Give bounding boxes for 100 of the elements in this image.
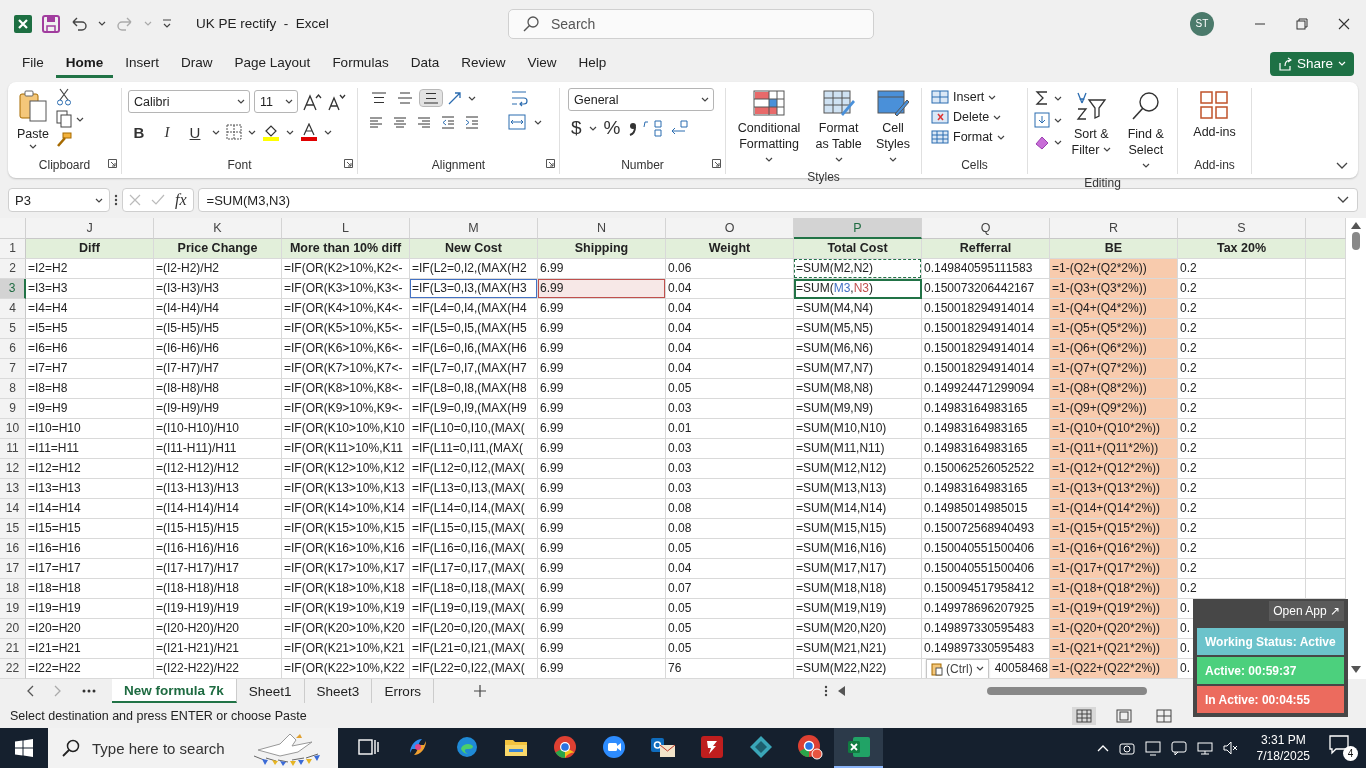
cells-button[interactable]: Insert [928, 88, 1000, 106]
save-icon[interactable] [42, 14, 60, 33]
chevron-up-icon[interactable] [1096, 744, 1109, 752]
sheet-tab[interactable]: Sheet3 [304, 679, 373, 703]
close-icon[interactable] [1338, 17, 1350, 30]
column-header[interactable]: J [26, 218, 154, 239]
decrease-indent-icon[interactable] [440, 115, 456, 129]
increase-indent-icon[interactable] [464, 115, 480, 129]
row-header[interactable]: 7 [0, 359, 26, 379]
row-header[interactable]: 6 [0, 339, 26, 359]
monitor-icon[interactable] [1144, 740, 1161, 756]
column-header[interactable]: S [1178, 218, 1306, 239]
percent-button[interactable]: % [600, 117, 624, 139]
italic-button[interactable]: I [156, 121, 178, 143]
menu-tab[interactable]: Formulas [322, 49, 399, 78]
style-button[interactable]: Conditional Formatting [732, 88, 807, 170]
row-header[interactable]: 19 [0, 599, 26, 619]
clock[interactable]: 3:31 PM 7/18/2025 [1256, 732, 1310, 764]
share-button[interactable]: Share [1269, 51, 1354, 76]
excel-icon[interactable] [14, 14, 32, 33]
style-button[interactable]: Cell Styles [871, 88, 915, 170]
row-header[interactable]: 17 [0, 559, 26, 579]
sheet-tab[interactable]: New formula 7k [112, 679, 237, 703]
network-icon[interactable] [1196, 740, 1213, 756]
dialog-launcher-icon[interactable] [712, 159, 721, 168]
column-header[interactable]: R [1050, 218, 1178, 239]
menu-tab[interactable]: Help [568, 49, 617, 78]
column-header[interactable]: N [538, 218, 666, 239]
row-header[interactable]: 21 [0, 639, 26, 659]
menu-tab[interactable]: Insert [115, 49, 170, 78]
menu-tab[interactable]: Data [400, 49, 450, 78]
copy-icon[interactable] [55, 110, 72, 128]
row-header[interactable]: 13 [0, 479, 26, 499]
shrink-font-icon[interactable] [326, 92, 346, 111]
add-sheet-icon[interactable] [474, 685, 487, 697]
speaker-muted-icon[interactable] [1222, 740, 1239, 756]
underline-button[interactable]: U [184, 121, 206, 143]
restore-icon[interactable] [1296, 17, 1308, 30]
cells-button[interactable]: Format [928, 128, 1008, 146]
collapse-ribbon-icon[interactable] [1336, 162, 1348, 170]
scroll-down-icon[interactable] [1351, 666, 1361, 673]
expand-icon[interactable] [1337, 196, 1349, 204]
row-header[interactable]: 2 [0, 259, 26, 279]
dialog-launcher-icon[interactable] [344, 159, 353, 168]
dialog-launcher-icon[interactable] [108, 159, 117, 168]
camera-icon[interactable] [1118, 740, 1135, 756]
windows-start-icon[interactable] [15, 739, 33, 757]
editing-button[interactable]: Find & Select [1120, 88, 1171, 176]
sheet-tab[interactable]: Errors [372, 679, 435, 703]
orientation-icon[interactable] [446, 90, 464, 106]
row-header[interactable]: 11 [0, 439, 26, 459]
fill-down-icon[interactable] [1034, 112, 1050, 128]
row-header[interactable]: 4 [0, 299, 26, 319]
fill-color-icon[interactable] [262, 123, 280, 141]
scroll-left-icon[interactable] [838, 686, 845, 696]
column-header[interactable]: M [410, 218, 538, 239]
chat-icon[interactable] [1170, 740, 1187, 756]
column-header[interactable]: L [282, 218, 410, 239]
menu-tab[interactable]: Page Layout [224, 49, 321, 78]
sheet-tab[interactable]: Sheet1 [236, 679, 305, 703]
font-size-dropdown[interactable]: 11 [254, 90, 298, 113]
number-format-dropdown[interactable]: General [568, 88, 714, 111]
column-header[interactable]: O [666, 218, 794, 239]
paste-button[interactable]: Paste [14, 88, 52, 153]
row-header[interactable]: 12 [0, 459, 26, 479]
scrollbar-thumb[interactable] [1352, 232, 1360, 250]
vertical-align-button[interactable] [420, 90, 442, 106]
scroll-up-icon[interactable] [1351, 222, 1361, 229]
more-sheets-icon[interactable] [82, 689, 96, 693]
row-header[interactable]: 5 [0, 319, 26, 339]
format-painter-icon[interactable] [55, 132, 72, 148]
cells-button[interactable]: Delete [928, 108, 1005, 126]
row-header[interactable]: 18 [0, 579, 26, 599]
insert-function-button[interactable]: fx [175, 191, 187, 209]
autosum-icon[interactable] [1034, 90, 1050, 106]
borders-icon[interactable] [226, 124, 242, 140]
menu-tab[interactable]: Draw [171, 49, 223, 78]
row-header[interactable]: 14 [0, 499, 26, 519]
editing-button[interactable]: Sort & Filter [1066, 88, 1117, 160]
eraser-icon[interactable] [1034, 134, 1050, 150]
wrap-text-icon[interactable] [510, 88, 530, 108]
splitter-icon[interactable] [824, 684, 828, 698]
row-header[interactable]: 8 [0, 379, 26, 399]
more-icon[interactable] [114, 193, 118, 207]
row-header[interactable]: 20 [0, 619, 26, 639]
dialog-launcher-icon[interactable] [546, 159, 555, 168]
paste-options-button[interactable]: (Ctrl) [926, 659, 989, 678]
row-header[interactable]: 9 [0, 399, 26, 419]
user-avatar[interactable]: ST [1190, 11, 1214, 36]
row-header[interactable]: 15 [0, 519, 26, 539]
style-button[interactable]: Format as Table [808, 88, 870, 170]
currency-button[interactable]: $ [568, 117, 585, 139]
row-header[interactable]: 1 [0, 239, 26, 259]
scrollbar-thumb[interactable] [987, 687, 1147, 695]
menu-tab[interactable]: View [517, 49, 567, 78]
add-ins-button[interactable]: Add-ins [1190, 88, 1239, 142]
column-header[interactable]: K [154, 218, 282, 239]
previous-sheet-icon[interactable] [26, 685, 34, 697]
bold-button[interactable]: B [128, 121, 150, 143]
notification-button[interactable]: 4 [1328, 733, 1358, 763]
